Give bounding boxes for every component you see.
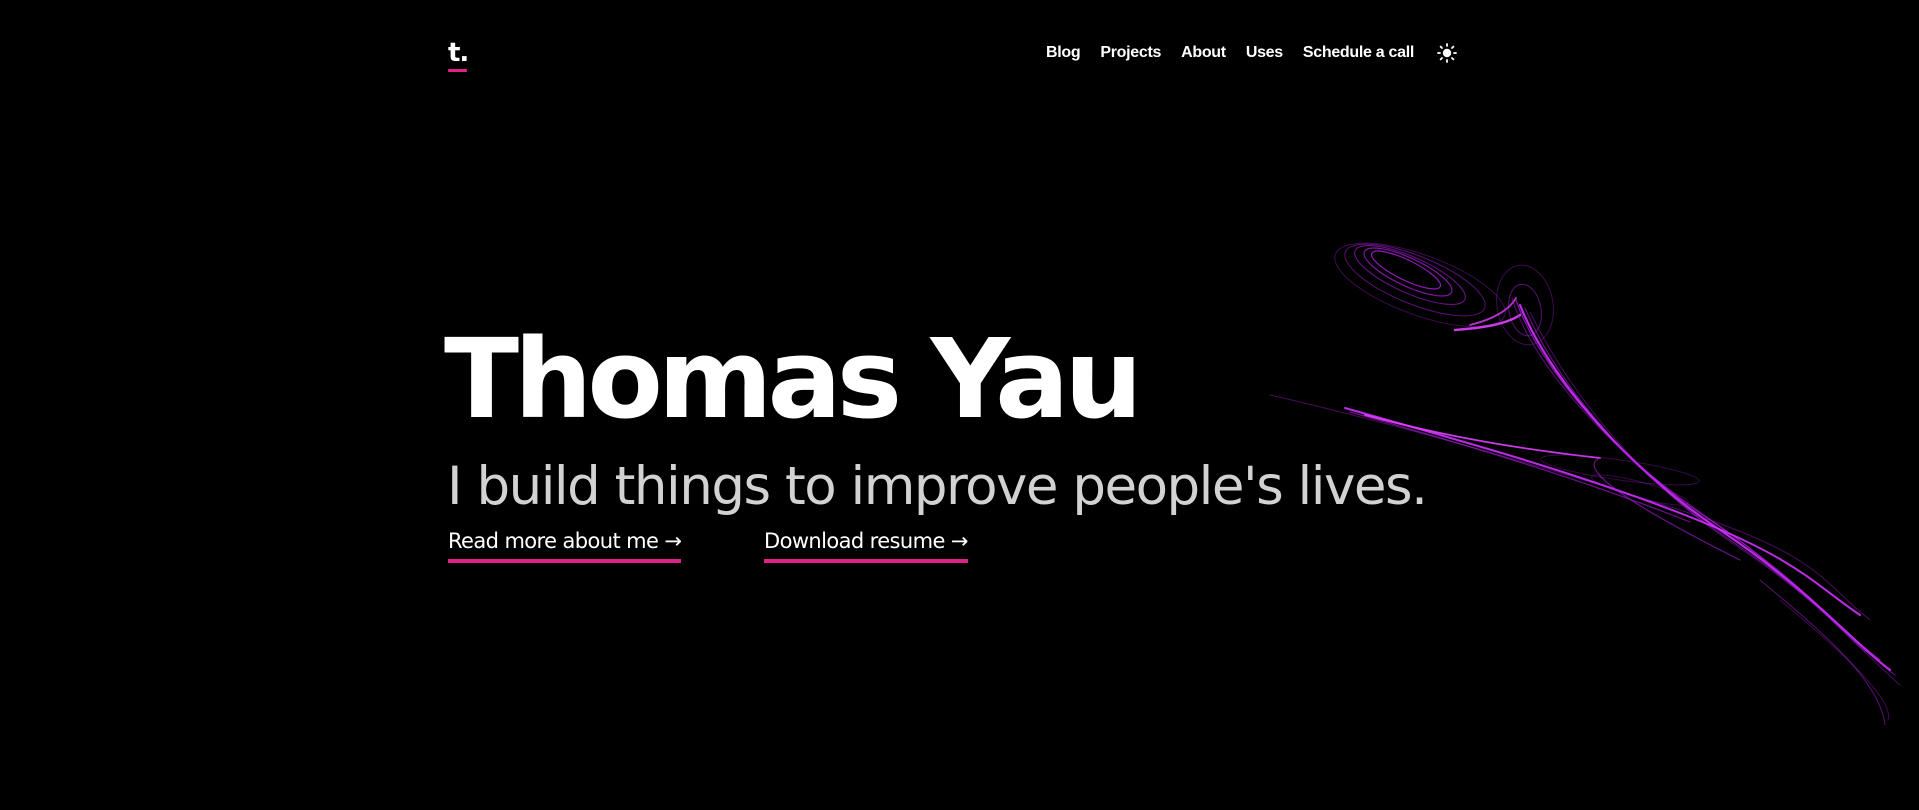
- page: t. Blog Projects About Uses Schedule a c…: [0, 0, 1919, 810]
- logo-link[interactable]: t.: [448, 36, 469, 72]
- main-nav: Blog Projects About Uses Schedule a call: [1046, 42, 1458, 64]
- sun-icon: [1437, 43, 1457, 63]
- logo-text: t.: [448, 38, 469, 68]
- nav-link-about[interactable]: About: [1181, 44, 1226, 62]
- nav-link-blog[interactable]: Blog: [1046, 44, 1081, 62]
- nav-link-uses[interactable]: Uses: [1246, 44, 1283, 62]
- hero-tagline: I build things to improve people's lives…: [447, 456, 1428, 517]
- hero-name: Thomas Yau: [444, 315, 1143, 443]
- download-resume-link[interactable]: Download resume →: [764, 526, 968, 563]
- logo-underline: [448, 69, 467, 72]
- theme-toggle-button[interactable]: [1436, 42, 1458, 64]
- nav-link-schedule-call[interactable]: Schedule a call: [1303, 44, 1414, 62]
- read-more-about-me-link[interactable]: Read more about me →: [448, 526, 682, 563]
- site-header: t. Blog Projects About Uses Schedule a c…: [448, 36, 1458, 76]
- nav-link-projects[interactable]: Projects: [1100, 44, 1161, 62]
